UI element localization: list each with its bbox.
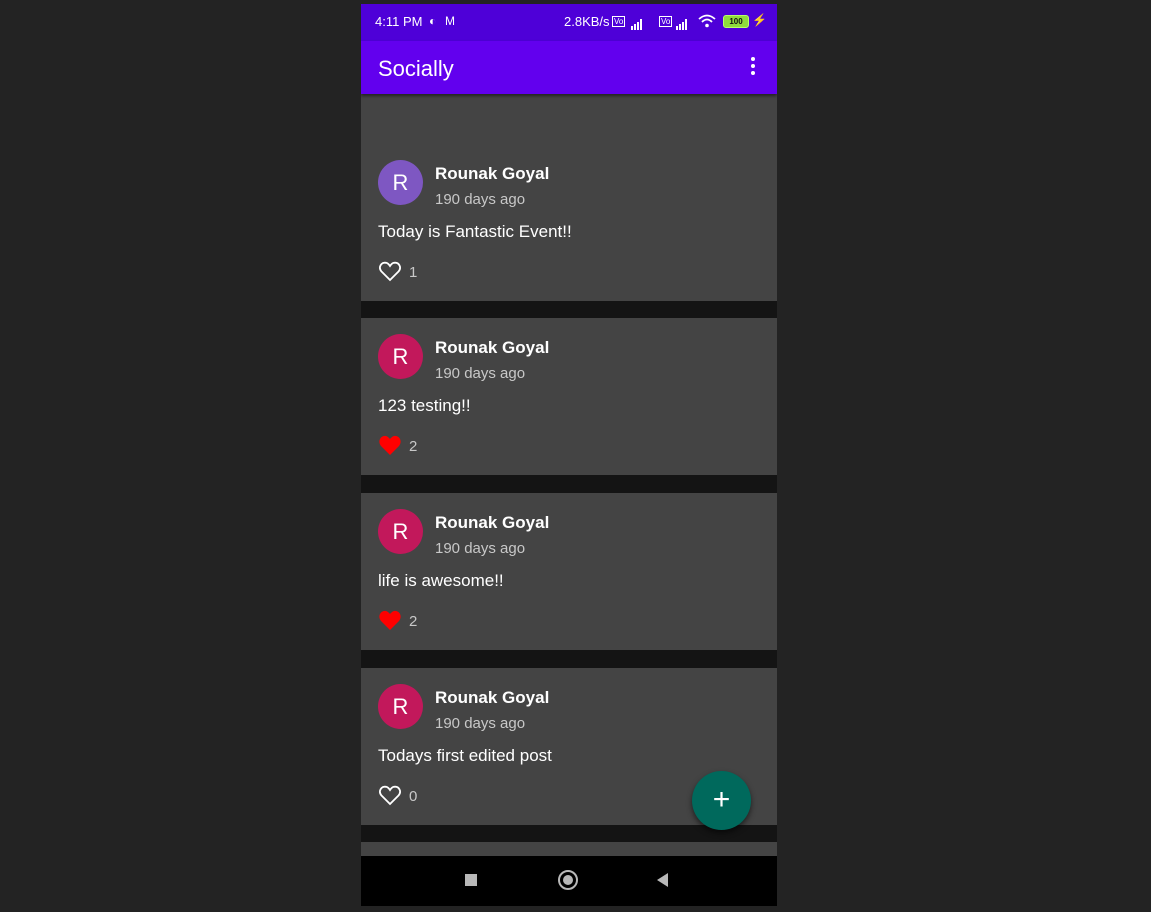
post-feed[interactable]: 2 R Rounak Goyal 190 days ago Today is F…	[361, 94, 777, 856]
post-text: life is awesome!!	[378, 571, 504, 590]
post-time: 190 days ago	[435, 540, 526, 557]
like-count: 2	[409, 438, 418, 455]
phone-screen: 4:11 PM ◐ M 2.8KB/s Vo Vo 100 ⚡ Socially…	[361, 4, 777, 906]
recents-icon[interactable]	[465, 874, 477, 886]
post-text: Todays first edited post	[378, 746, 552, 765]
heart-filled-icon[interactable]	[378, 434, 402, 456]
avatar: R	[378, 334, 423, 379]
status-bar: 4:11 PM ◐ M 2.8KB/s Vo Vo 100 ⚡	[361, 4, 777, 41]
back-icon[interactable]	[657, 873, 668, 887]
avatar: R	[378, 684, 423, 729]
post-time: 190 days ago	[435, 191, 526, 208]
data-saver-icon: ◐	[429, 14, 437, 28]
avatar: R	[378, 160, 423, 205]
post-card: R Rounak Goyal 190 days ago life is awes…	[361, 493, 777, 650]
app-bar: Socially	[361, 41, 777, 94]
app-title: Socially	[378, 56, 454, 81]
post-time: 190 days ago	[435, 715, 526, 732]
volte-icon: Vo	[612, 16, 626, 27]
post-card	[361, 842, 777, 856]
gmail-icon: M	[445, 14, 455, 28]
wifi-icon	[698, 14, 716, 28]
avatar: R	[378, 509, 423, 554]
like-count: 1	[409, 264, 418, 281]
post-time: 190 days ago	[435, 365, 526, 382]
home-icon[interactable]	[558, 870, 578, 890]
heart-outline-icon[interactable]	[378, 784, 402, 806]
post-text: 123 testing!!	[378, 396, 471, 415]
battery-icon: 100	[723, 15, 749, 28]
navigation-bar	[361, 856, 777, 906]
post-author: Rounak Goyal	[435, 688, 550, 707]
signal-icon	[676, 15, 688, 30]
heart-filled-icon[interactable]	[378, 609, 402, 631]
volte-icon: Vo	[659, 16, 673, 27]
post-card: R Rounak Goyal 190 days ago 123 testing!…	[361, 318, 777, 475]
post-card: R Rounak Goyal 190 days ago Today is Fan…	[361, 144, 777, 301]
4g-signal-icon	[631, 15, 643, 30]
post-author: Rounak Goyal	[435, 513, 550, 532]
status-time: 4:11 PM	[375, 14, 423, 29]
heart-outline-icon[interactable]	[378, 260, 402, 282]
add-icon: +	[712, 783, 731, 816]
network-speed: 2.8KB/s	[564, 14, 610, 29]
post-author: Rounak Goyal	[435, 338, 550, 357]
post-text: Today is Fantastic Event!!	[378, 222, 572, 241]
like-count: 0	[409, 788, 418, 805]
more-vert-icon[interactable]	[741, 57, 765, 79]
add-post-button[interactable]: +	[692, 771, 751, 830]
like-count: 2	[409, 613, 418, 630]
charging-icon: ⚡	[752, 13, 767, 27]
post-author: Rounak Goyal	[435, 164, 550, 183]
